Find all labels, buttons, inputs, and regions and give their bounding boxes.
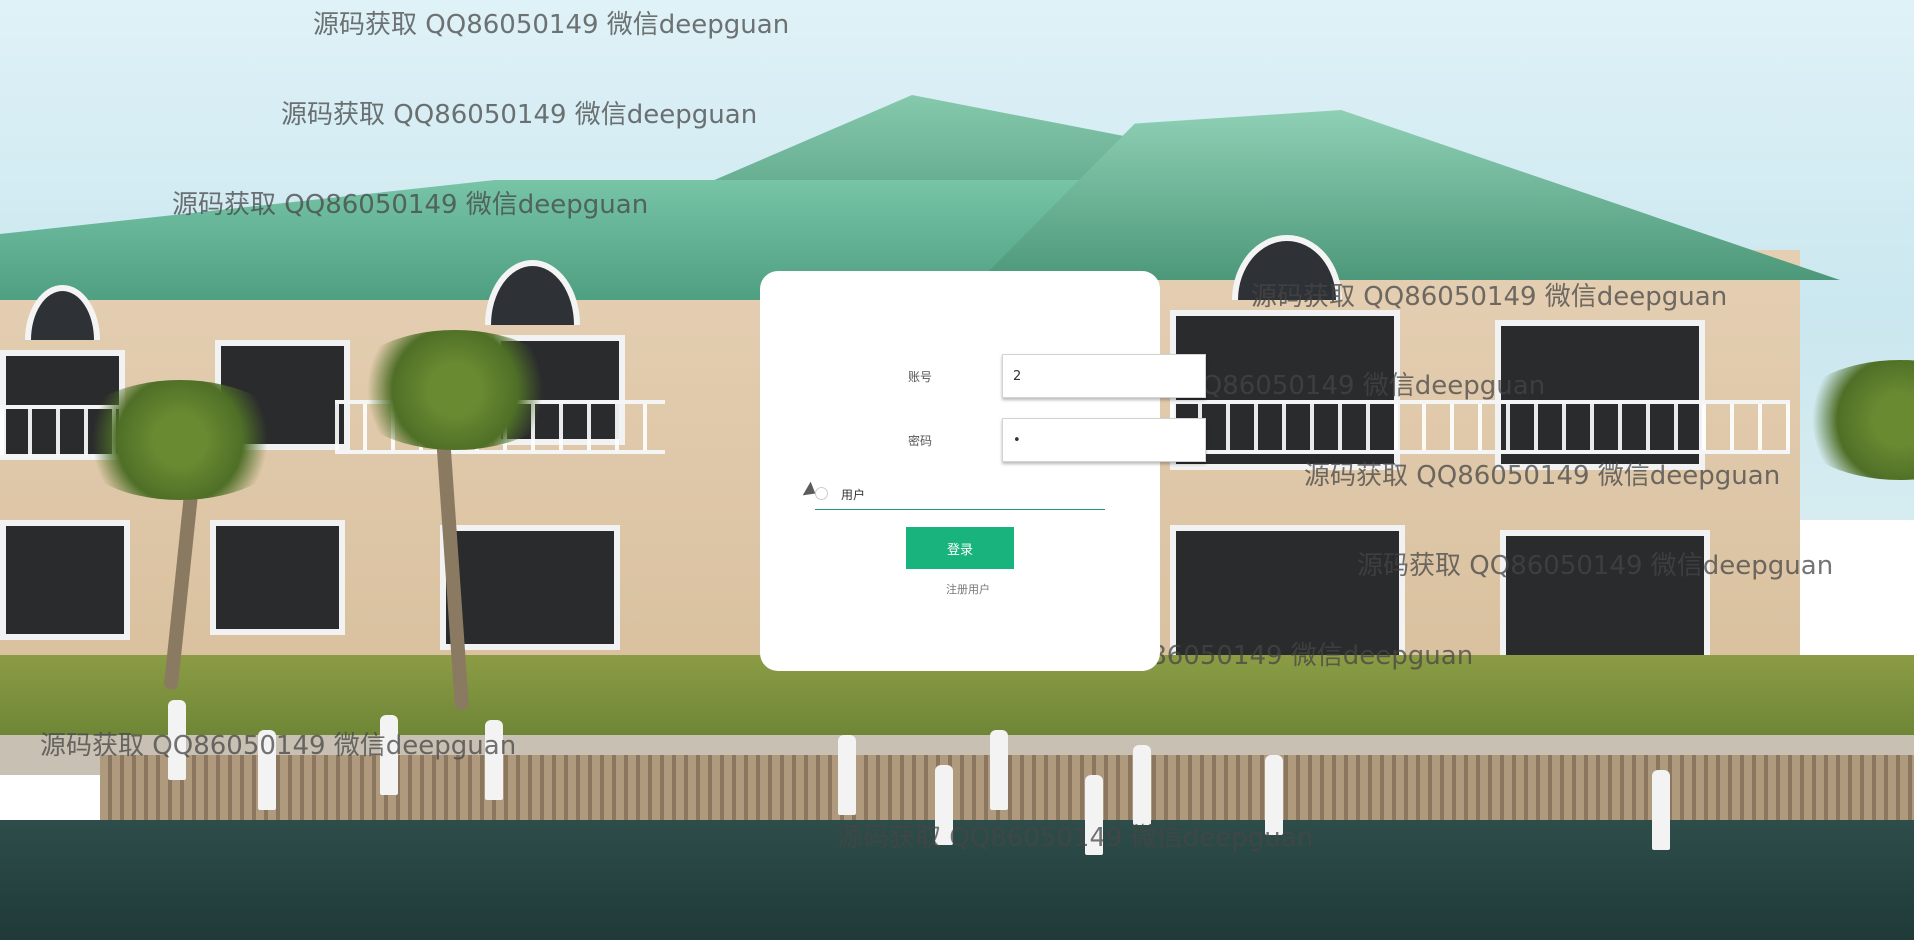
login-button[interactable]: 登录 xyxy=(906,527,1014,569)
window xyxy=(0,520,130,640)
password-label: 密码 xyxy=(907,434,932,448)
dock-post xyxy=(1652,770,1670,850)
register-link[interactable]: 注册用户 xyxy=(946,581,990,597)
watermark-text: 源码获取 QQ86050149 微信deepguan xyxy=(1357,551,1834,581)
palm-crown xyxy=(70,380,290,500)
watermark-text: 源码获取 QQ86050149 微信deepguan xyxy=(281,100,758,130)
watermark-text: 源码获取 QQ86050149 微信deepguan xyxy=(837,823,1314,853)
window xyxy=(440,525,620,650)
dock-post xyxy=(990,730,1008,810)
balcony-railing xyxy=(1170,400,1790,454)
password-input[interactable] xyxy=(1002,418,1206,462)
window xyxy=(210,520,345,635)
login-card: 账号 密码 用户 登录 注册用户 xyxy=(760,271,1206,671)
watermark-text: 源码获取 QQ86050149 微信deepguan xyxy=(313,10,790,40)
role-selector: 用户 xyxy=(815,481,1105,510)
password-row: 密码 xyxy=(860,418,1206,464)
dock-post xyxy=(1133,745,1151,825)
account-row: 账号 xyxy=(860,354,1206,400)
dock-post xyxy=(838,735,856,815)
account-input[interactable] xyxy=(1002,354,1206,398)
watermark-text: 源码获取 QQ86050149 微信deepguan xyxy=(1251,282,1728,312)
watermark-text: 源码获取 QQ86050149 微信deepguan xyxy=(172,190,649,220)
account-label: 账号 xyxy=(907,370,932,384)
watermark-text: 源码获取 QQ86050149 微信deepguan xyxy=(1304,461,1781,491)
role-radio-user-label[interactable]: 用户 xyxy=(841,486,865,503)
palm-crown xyxy=(345,330,565,450)
watermark-text: 源码获取 QQ86050149 微信deepguan xyxy=(40,731,517,761)
